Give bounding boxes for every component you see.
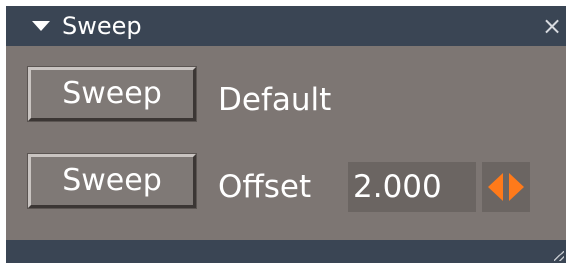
panel-title: Sweep [62, 12, 142, 40]
offset-stepper[interactable] [482, 162, 530, 212]
sweep-default-button[interactable]: Sweep [28, 67, 196, 121]
panel-titlebar[interactable]: Sweep × [6, 6, 566, 46]
offset-label: Offset [218, 169, 312, 205]
default-label: Default [218, 82, 332, 118]
arrow-right-icon[interactable] [509, 173, 524, 201]
offset-value-field[interactable]: 2.000 [348, 162, 476, 212]
triangle-down-icon[interactable] [32, 21, 50, 31]
sweep-panel: Sweep × Sweep Default Sweep Offset 2.000 [6, 6, 566, 263]
sweep-offset-button[interactable]: Sweep [28, 154, 196, 208]
resize-grip-icon[interactable] [554, 251, 564, 261]
arrow-left-icon[interactable] [488, 173, 503, 201]
close-icon[interactable]: × [542, 14, 562, 38]
panel-footer [6, 240, 566, 263]
